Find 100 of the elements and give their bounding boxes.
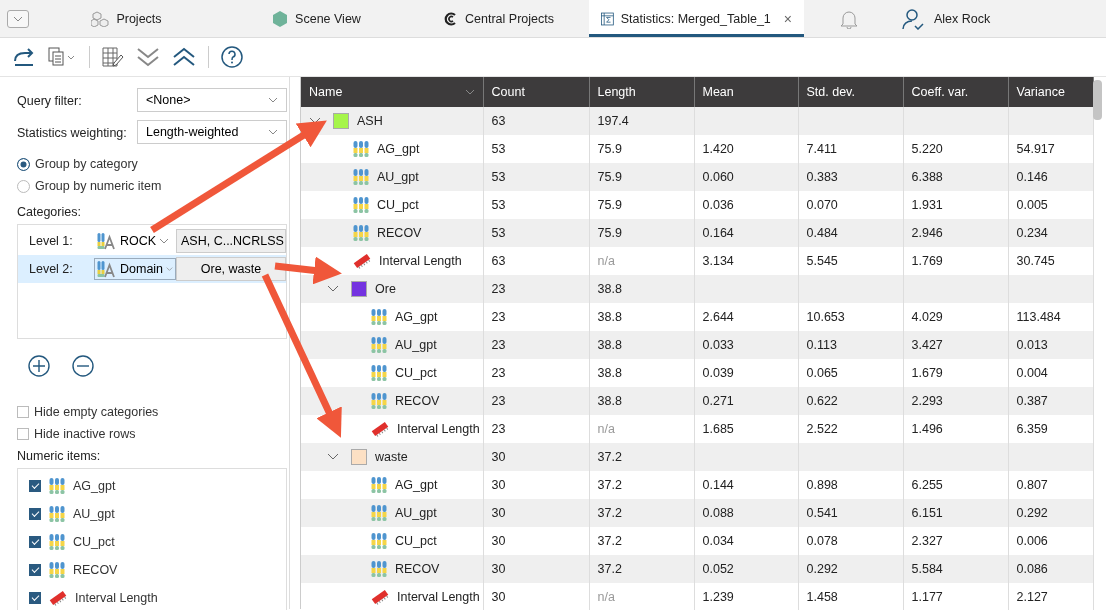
expand-caret-icon[interactable] [327, 453, 339, 461]
values-button[interactable]: Ore, waste [176, 257, 286, 281]
help-icon[interactable] [221, 46, 243, 68]
dropdown[interactable]: Length-weighted [137, 120, 287, 144]
close-button[interactable]: × [777, 10, 792, 27]
level-row[interactable]: Level 1: ROCK ASH, C...NCRLSS [18, 227, 286, 255]
table-cell: 0.383 [798, 163, 903, 191]
column-header[interactable]: Length [589, 77, 694, 107]
table-cell: 0.052 [694, 555, 798, 583]
table-cell: 0.113 [798, 331, 903, 359]
checkbox[interactable] [29, 564, 41, 576]
copy-icon[interactable] [47, 47, 77, 67]
tab[interactable]: Central Projects [409, 0, 589, 37]
item-label[interactable]: CU_pct [73, 535, 115, 549]
table-cell: 37.2 [589, 443, 694, 471]
numeric-column-icon [371, 504, 387, 522]
numeric-column-icon [371, 532, 387, 550]
name-cell[interactable]: waste [301, 443, 483, 471]
name-cell[interactable]: RECOV [301, 555, 483, 583]
section-label: Categories: [17, 205, 82, 219]
checkbox[interactable] [29, 592, 41, 604]
numeric-column-icon [371, 392, 387, 410]
table-cell: 1.239 [694, 583, 798, 610]
dropdown-caret-icon [159, 238, 170, 244]
numeric-column-icon [371, 364, 387, 382]
column-header[interactable]: Coeff. var. [903, 77, 1008, 107]
table-cell: 0.086 [1008, 555, 1093, 583]
column-header[interactable]: Variance [1008, 77, 1093, 107]
table-cell: 2.127 [1008, 583, 1093, 610]
export-icon[interactable] [13, 47, 35, 67]
numeric-column-icon [49, 533, 65, 551]
numeric-column-icon [371, 308, 387, 326]
item-label[interactable]: Interval Length [75, 591, 158, 605]
column-header[interactable]: Name [301, 77, 483, 107]
item-label[interactable]: RECOV [73, 563, 118, 577]
sigma-table-icon [601, 10, 614, 27]
checkbox-label[interactable]: Hide empty categories [34, 405, 159, 419]
name-cell[interactable]: RECOV [301, 219, 483, 247]
column-dropdown[interactable]: ROCK [94, 230, 176, 252]
table-cell: 0.271 [694, 387, 798, 415]
table-cell: 197.4 [589, 107, 694, 135]
radio-label[interactable]: Group by category [35, 157, 138, 171]
checkbox[interactable] [29, 536, 41, 548]
table-cell: 2.946 [903, 219, 1008, 247]
numeric-column-icon [371, 476, 387, 494]
expand-caret-icon[interactable] [309, 117, 321, 125]
tab[interactable]: Projects [29, 0, 224, 37]
user-icon[interactable] [902, 7, 924, 30]
dropdown-caret-icon [166, 266, 173, 272]
values-button[interactable]: ASH, C...NCRLSS [176, 229, 286, 253]
radio-button[interactable] [17, 157, 30, 171]
checkbox[interactable] [17, 406, 29, 418]
field-label: Statistics weighting: [17, 126, 128, 140]
expand-all-icon[interactable] [172, 46, 196, 68]
column-header[interactable]: Count [483, 77, 589, 107]
column-header[interactable]: Mean [694, 77, 798, 107]
remove-icon[interactable] [72, 355, 94, 377]
edit-columns-icon[interactable] [102, 46, 124, 68]
numeric-column-icon [49, 505, 65, 523]
name-cell[interactable]: RECOV [301, 387, 483, 415]
item-label[interactable]: AU_gpt [73, 507, 115, 521]
add-icon[interactable] [28, 355, 50, 377]
table-cell: 75.9 [589, 219, 694, 247]
table-cell: 37.2 [589, 499, 694, 527]
collapse-all-icon[interactable] [136, 46, 160, 68]
table-cell: 38.8 [589, 275, 694, 303]
level-row[interactable]: Level 2: Domain Ore, waste [18, 255, 286, 283]
numeric-column-icon [371, 336, 387, 354]
column-header[interactable]: Std. dev. [798, 77, 903, 107]
dropdown[interactable]: <None> [137, 88, 287, 112]
name-cell[interactable]: AU_gpt [301, 499, 483, 527]
column-dropdown[interactable]: Domain [94, 258, 176, 280]
field-label: Query filter: [17, 94, 83, 108]
numeric-column-icon [371, 560, 387, 578]
name-cell[interactable]: AU_gpt [301, 163, 483, 191]
name-cell[interactable]: AU_gpt [301, 331, 483, 359]
name-cell[interactable]: Ore [301, 275, 483, 303]
radio-label[interactable]: Group by numeric item [35, 179, 162, 193]
name-cell[interactable]: ASH [301, 107, 483, 135]
table-cell: 0.292 [1008, 499, 1093, 527]
radio-button[interactable] [17, 179, 30, 193]
table-cell: 1.177 [903, 583, 1008, 610]
table-cell: 6.388 [903, 163, 1008, 191]
tab[interactable]: Statistics: Merged_Table_1 × [589, 0, 804, 37]
table-cell: 0.013 [1008, 331, 1093, 359]
checkbox[interactable] [29, 480, 41, 492]
checkbox[interactable] [17, 428, 29, 440]
table-cell: 0.484 [798, 219, 903, 247]
table-cell: 38.8 [589, 331, 694, 359]
name-cell[interactable]: Interval Length [301, 583, 483, 610]
scrollbar-thumb[interactable] [1093, 80, 1102, 120]
checkbox[interactable] [29, 508, 41, 520]
table-cell: 30 [483, 443, 589, 471]
expand-caret-icon[interactable] [327, 285, 339, 293]
table-cell: 6.151 [903, 499, 1008, 527]
tab[interactable]: Scene View [224, 0, 409, 37]
table-cell: 30 [483, 499, 589, 527]
checkbox-label[interactable]: Hide inactive rows [34, 427, 136, 441]
item-label[interactable]: AG_gpt [73, 479, 116, 493]
table-cell: 53 [483, 219, 589, 247]
